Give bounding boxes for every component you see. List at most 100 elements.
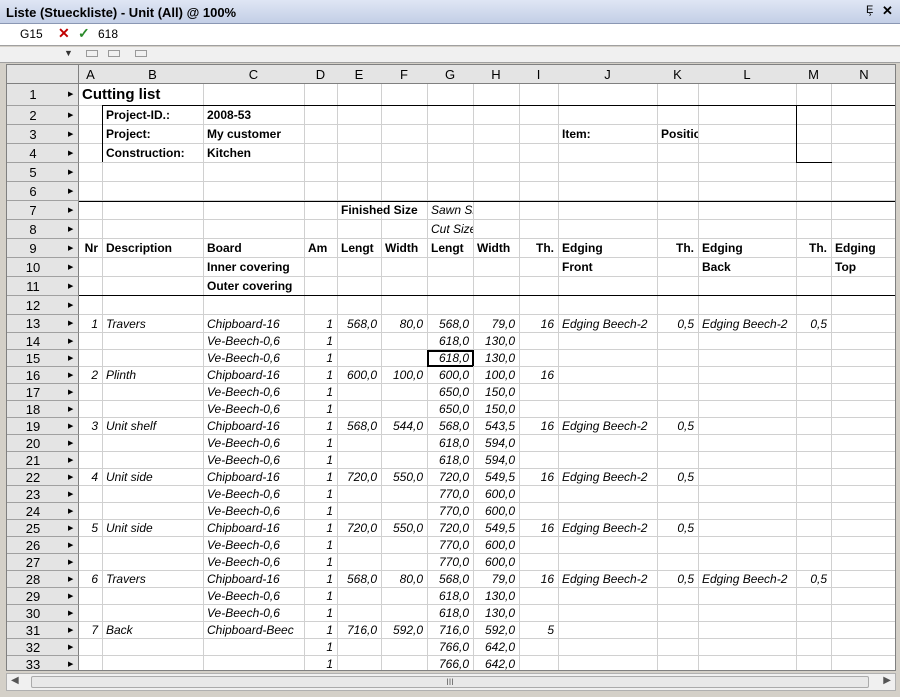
- cell-E14[interactable]: [337, 333, 382, 350]
- cell-J27[interactable]: [558, 554, 658, 571]
- cell-C32[interactable]: [203, 639, 305, 656]
- cell-C31[interactable]: Chipboard-Beec: [203, 622, 305, 639]
- cell-J9[interactable]: Edging: [558, 239, 658, 258]
- cell-H24[interactable]: 600,0: [473, 503, 520, 520]
- row-expand-icon[interactable]: ▶: [68, 384, 73, 401]
- cell-H28[interactable]: 79,0: [473, 571, 520, 588]
- cell-L32[interactable]: [698, 639, 797, 656]
- cell-H7[interactable]: [473, 201, 520, 220]
- cell-M6[interactable]: [796, 182, 832, 201]
- cell-C12[interactable]: [203, 296, 305, 315]
- cell-D26[interactable]: 1: [304, 537, 338, 554]
- cell-I28[interactable]: 16: [519, 571, 559, 588]
- cell-B2[interactable]: Project-ID.:: [102, 106, 204, 125]
- cell-C17[interactable]: Ve-Beech-0,6: [203, 384, 305, 401]
- row-header[interactable]: 23 ▶: [7, 486, 79, 503]
- row-header[interactable]: 18 ▶: [7, 401, 79, 418]
- cell-C8[interactable]: [203, 220, 305, 239]
- cell-B23[interactable]: [102, 486, 204, 503]
- cell-K11[interactable]: [657, 277, 699, 296]
- cell-F26[interactable]: [381, 537, 428, 554]
- cell-B14[interactable]: [102, 333, 204, 350]
- cell-D2[interactable]: [304, 106, 338, 125]
- cell-K3[interactable]: Position: [657, 125, 699, 144]
- cell-F8[interactable]: [381, 220, 428, 239]
- cell-H16[interactable]: 100,0: [473, 367, 520, 384]
- cell-B5[interactable]: [102, 163, 204, 182]
- cell-L11[interactable]: [698, 277, 797, 296]
- cell-E11[interactable]: [337, 277, 382, 296]
- column-header[interactable]: C: [203, 65, 305, 84]
- cell-E19[interactable]: 568,0: [337, 418, 382, 435]
- cell-I18[interactable]: [519, 401, 559, 418]
- cell-K27[interactable]: [657, 554, 699, 571]
- cell-N32[interactable]: [831, 639, 895, 656]
- cell-J4[interactable]: [558, 144, 658, 163]
- cell-D20[interactable]: 1: [304, 435, 338, 452]
- cell-E29[interactable]: [337, 588, 382, 605]
- cell-F6[interactable]: [381, 182, 428, 201]
- row-expand-icon[interactable]: ▶: [68, 588, 73, 605]
- row-header[interactable]: 14 ▶: [7, 333, 79, 350]
- cell-H14[interactable]: 130,0: [473, 333, 520, 350]
- cell-L29[interactable]: [698, 588, 797, 605]
- cell-H32[interactable]: 642,0: [473, 639, 520, 656]
- cell-L24[interactable]: [698, 503, 797, 520]
- cell-F30[interactable]: [381, 605, 428, 622]
- cell-I8[interactable]: [519, 220, 559, 239]
- cell-I24[interactable]: [519, 503, 559, 520]
- cell-E21[interactable]: [337, 452, 382, 469]
- cell-A32[interactable]: [79, 639, 103, 656]
- cell-M23[interactable]: [796, 486, 832, 503]
- cell-M31[interactable]: [796, 622, 832, 639]
- cell-D1[interactable]: [304, 84, 338, 106]
- cell-B30[interactable]: [102, 605, 204, 622]
- cell-M7[interactable]: [796, 201, 832, 220]
- cell-F19[interactable]: 544,0: [381, 418, 428, 435]
- row-header[interactable]: 2 ▶: [7, 106, 79, 125]
- row-header[interactable]: 3 ▶: [7, 125, 79, 144]
- row-header[interactable]: 22 ▶: [7, 469, 79, 486]
- cell-C18[interactable]: Ve-Beech-0,6: [203, 401, 305, 418]
- cell-D18[interactable]: 1: [304, 401, 338, 418]
- row-header[interactable]: 11 ▶: [7, 277, 79, 296]
- cell-D29[interactable]: 1: [304, 588, 338, 605]
- cell-G30[interactable]: 618,0: [427, 605, 474, 622]
- column-header[interactable]: A: [79, 65, 103, 84]
- cell-I10[interactable]: [519, 258, 559, 277]
- cell-K9[interactable]: Th.: [657, 239, 699, 258]
- cell-F31[interactable]: 592,0: [381, 622, 428, 639]
- cell-I17[interactable]: [519, 384, 559, 401]
- cell-C3[interactable]: My customer: [203, 125, 305, 144]
- cell-K19[interactable]: 0,5: [657, 418, 699, 435]
- row-expand-icon[interactable]: ▶: [68, 84, 73, 106]
- cell-I2[interactable]: [519, 106, 559, 125]
- cell-J32[interactable]: [558, 639, 658, 656]
- cell-A2[interactable]: [79, 106, 103, 125]
- horizontal-scrollbar[interactable]: ◀ III ▶: [6, 673, 896, 691]
- select-all-corner[interactable]: [7, 65, 79, 84]
- row-expand-icon[interactable]: ▶: [68, 622, 73, 639]
- cell-I7[interactable]: [519, 201, 559, 220]
- cell-J10[interactable]: Front: [558, 258, 658, 277]
- cell-F15[interactable]: [381, 350, 428, 367]
- cell-E28[interactable]: 568,0: [337, 571, 382, 588]
- cell-H4[interactable]: [473, 144, 520, 163]
- cell-A11[interactable]: [79, 277, 103, 296]
- row-expand-icon[interactable]: ▶: [68, 277, 73, 296]
- cell-K23[interactable]: [657, 486, 699, 503]
- cell-D8[interactable]: [304, 220, 338, 239]
- scroll-left-icon[interactable]: ◀: [11, 675, 19, 686]
- cell-E23[interactable]: [337, 486, 382, 503]
- cell-N31[interactable]: [831, 622, 895, 639]
- cell-E7[interactable]: Finished Size: [337, 201, 418, 220]
- cell-E24[interactable]: [337, 503, 382, 520]
- cell-H22[interactable]: 549,5: [473, 469, 520, 486]
- row-header[interactable]: 12 ▶: [7, 296, 79, 315]
- cell-J15[interactable]: [558, 350, 658, 367]
- cell-J24[interactable]: [558, 503, 658, 520]
- cell-L25[interactable]: [698, 520, 797, 537]
- cell-M1[interactable]: [796, 84, 832, 106]
- cell-E22[interactable]: 720,0: [337, 469, 382, 486]
- cell-J21[interactable]: [558, 452, 658, 469]
